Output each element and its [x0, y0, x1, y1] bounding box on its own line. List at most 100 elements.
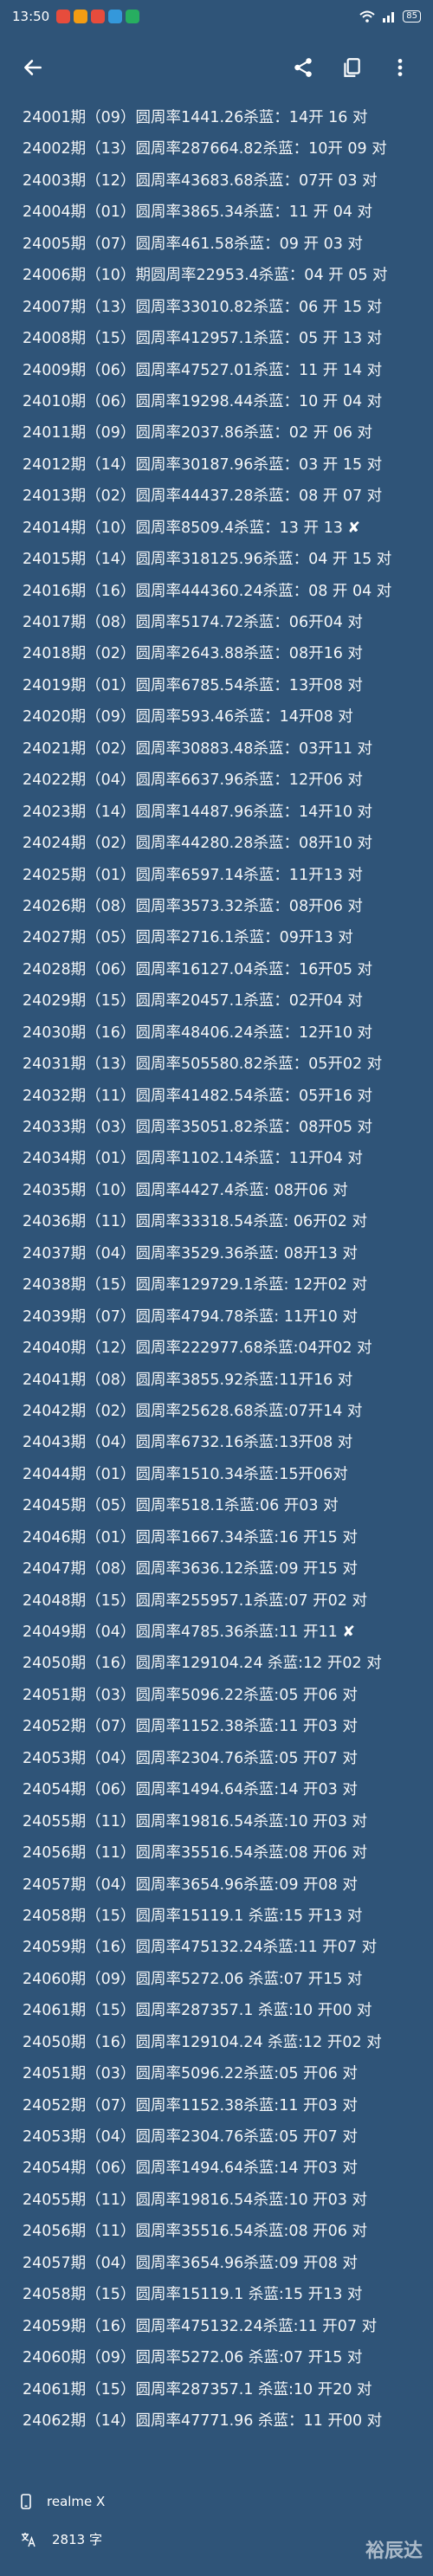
notification-icons	[56, 10, 140, 23]
text-line: 24050期（16）圆周率129104.24 杀蓝:12 开02 对	[23, 2027, 433, 2058]
line-text: 24058期（15）圆周率15119.1 杀蓝:15 开13 对	[23, 1907, 363, 1925]
text-line: 24014期（10）圆周率8509.4杀蓝：13 开 13 ✘	[23, 513, 433, 544]
text-line: 24060期（09）圆周率5272.06 杀蓝:07 开15 对	[23, 1964, 433, 1995]
line-text: 24057期（04）圆周率3654.96杀蓝:09 开08 对	[23, 1876, 358, 1894]
text-line: 24032期（11）圆周率41482.54杀蓝：05开16 对	[23, 1081, 433, 1112]
line-text: 24059期（16）圆周率475132.24杀蓝:11 开07 对	[23, 2317, 378, 2335]
text-line: 24041期（08）圆周率3855.92杀蓝:11开16 对	[23, 1365, 433, 1396]
line-text: 24053期（04）圆周率2304.76杀蓝:05 开07 对	[23, 2128, 358, 2146]
line-text: 24052期（07）圆周率1152.38杀蓝:11 开03 对	[23, 2096, 358, 2114]
line-text: 24037期（04）圆周率3529.36杀蓝: 08开13 对	[23, 1244, 358, 1262]
text-line: 24053期（04）圆周率2304.76杀蓝:05 开07 对	[23, 1743, 433, 1774]
app-notification-icon	[108, 10, 123, 23]
line-text: 24010期（06）圆周率19298.44杀蓝：10 开 04 对	[23, 392, 383, 410]
text-line: 24039期（07）圆周率4794.78杀蓝: 11开10 对	[23, 1301, 433, 1333]
note-content[interactable]: 24001期（09）圆周率1441.26杀蓝：14开 16 对 24002期（13…	[0, 102, 433, 2437]
phone-icon	[21, 2494, 31, 2509]
text-line: 24010期（06）圆周率19298.44杀蓝：10 开 04 对	[23, 386, 433, 417]
text-line: 24007期（13）圆周率33010.82杀蓝：06 开 15 对	[23, 292, 433, 323]
text-line: 24044期（01）圆周率1510.34杀蓝:15开06对	[23, 1459, 433, 1490]
share-icon	[294, 58, 312, 77]
text-line: 24031期（13）圆周率505580.82杀蓝：05开02 对	[23, 1049, 433, 1080]
text-line: 24016期（16）圆周率444360.24杀蓝：08 开 04 对	[23, 576, 433, 607]
line-text: 24019期（01）圆周率6785.54杀蓝：13开08 对	[23, 676, 363, 694]
line-text: 24059期（16）圆周率475132.24杀蓝:11 开07 对	[23, 1939, 378, 1957]
text-line: 24057期（04）圆周率3654.96杀蓝:09 开08 对	[23, 1869, 433, 1901]
back-button[interactable]	[16, 50, 50, 85]
text-line: 24058期（15）圆周率15119.1 杀蓝:15 开13 对	[23, 1901, 433, 1932]
app-notification-icon	[74, 10, 88, 23]
text-line: 24052期（07）圆周率1152.38杀蓝:11 开03 对	[23, 1711, 433, 1742]
status-right: 85	[359, 10, 421, 23]
text-line: 24018期（02）圆周率2643.88杀蓝：08开16 对	[23, 638, 433, 669]
line-text: 24062期（14）圆周率47771.96 杀蓝：11 开00 对	[23, 2411, 383, 2430]
line-text: 24032期（11）圆周率41482.54杀蓝：05开16 对	[23, 1087, 373, 1105]
line-text: 24003期（12）圆周率43683.68杀蓝：07开 03 对	[23, 171, 378, 190]
app-notification-icon	[56, 10, 71, 23]
copy-button[interactable]	[334, 50, 369, 85]
line-text: 24052期（07）圆周率1152.38杀蓝:11 开03 对	[23, 1718, 358, 1736]
line-text: 24058期（15）圆周率15119.1 杀蓝:15 开13 对	[23, 2286, 363, 2304]
line-text: 24030期（16）圆周率48406.24杀蓝：12开10 对	[23, 1023, 373, 1042]
text-line: 24046期（01）圆周率1667.34杀蓝:16 开15 对	[23, 1522, 433, 1553]
text-line: 24017期（08）圆周率5174.72杀蓝：06开04 对	[23, 607, 433, 638]
line-text: 24012期（14）圆周率30187.96杀蓝：03 开 15 对	[23, 455, 383, 474]
text-line: 24030期（16）圆周率48406.24杀蓝：12开10 对	[23, 1017, 433, 1049]
line-text: 24050期（16）圆周率129104.24 杀蓝:12 开02 对	[23, 2033, 382, 2051]
text-line: 24042期（02）圆周率25628.68杀蓝:07开14 对	[23, 1396, 433, 1427]
text-line: 24062期（14）圆周率47771.96 杀蓝：11 开00 对	[23, 2405, 433, 2437]
text-line: 24037期（04）圆周率3529.36杀蓝: 08开13 对	[23, 1238, 433, 1269]
text-line: 24001期（09）圆周率1441.26杀蓝：14开 16 对	[23, 102, 433, 133]
line-text: 24009期（06）圆周率47527.01杀蓝：11 开 14 对	[23, 361, 383, 379]
text-line: 24057期（04）圆周率3654.96杀蓝:09 开08 对	[23, 2248, 433, 2279]
line-text: 24004期（01）圆周率3865.34杀蓝：11 开 04 对	[23, 203, 373, 222]
toolbar	[0, 33, 433, 102]
text-line: 24056期（11）圆周率35516.54杀蓝:08 开06 对	[23, 1837, 433, 1869]
text-line: 24019期（01）圆周率6785.54杀蓝：13开08 对	[23, 670, 433, 701]
line-text: 24034期（01）圆周率1102.14杀蓝：11开04 对	[23, 1150, 363, 1168]
line-text: 24049期（04）圆周率4785.36杀蓝:11 开11	[23, 1624, 338, 1641]
text-line: 24059期（16）圆周率475132.24杀蓝:11 开07 对	[23, 1932, 433, 1963]
cross-mark-icon: ✘	[342, 1624, 356, 1641]
line-text: 24033期（03）圆周率35051.82杀蓝：08开05 对	[23, 1119, 373, 1136]
text-line: 24051期（03）圆周率5096.22杀蓝:05 开06 对	[23, 2058, 433, 2089]
text-line: 24029期（15）圆周率20457.1杀蓝：02开04 对	[23, 985, 433, 1017]
line-text: 24025期（01）圆周率6597.14杀蓝：11开13 对	[23, 866, 363, 884]
line-text: 24001期（09）圆周率1441.26杀蓝：14开 16 对	[23, 109, 368, 126]
text-line: 24013期（02）圆周率44437.28杀蓝：08 开 07 对	[23, 481, 433, 512]
line-text: 24008期（15）圆周率412957.1杀蓝：05 开 13 对	[23, 330, 383, 348]
line-text: 24018期（02）圆周率2643.88杀蓝：08开16 对	[23, 645, 363, 663]
line-text: 24014期（10）圆周率8509.4杀蓝：13 开 13	[23, 519, 343, 537]
translate-icon	[22, 2532, 36, 2547]
share-button[interactable]	[286, 50, 320, 85]
line-text: 24047期（08）圆周率3636.12杀蓝:09 开15 对	[23, 1560, 358, 1579]
text-line: 24060期（09）圆周率5272.06 杀蓝:07 开15 对	[23, 2342, 433, 2373]
line-text: 24051期（03）圆周率5096.22杀蓝:05 开06 对	[23, 1686, 358, 1704]
line-text: 24045期（05）圆周率518.1杀蓝:06 开03 对	[23, 1497, 339, 1515]
more-options-button[interactable]	[383, 50, 417, 85]
line-text: 24036期（11）圆周率33318.54杀蓝: 06开02 对	[23, 1213, 367, 1231]
text-line: 24056期（11）圆周率35516.54杀蓝:08 开06 对	[23, 2216, 433, 2247]
more-vert-icon	[397, 59, 403, 76]
text-line: 24058期（15）圆周率15119.1 杀蓝:15 开13 对	[23, 2279, 433, 2310]
line-text: 24021期（02）圆周率30883.48杀蓝：03开11 对	[23, 739, 373, 758]
line-text: 24011期（09）圆周率2037.86杀蓝：02 开 06 对	[23, 424, 373, 442]
line-text: 24056期（11）圆周率35516.54杀蓝:08 开06 对	[23, 1844, 367, 1863]
text-line: 24061期（15）圆周率287357.1 杀蓝:10 开20 对	[23, 2374, 433, 2405]
text-line: 24011期（09）圆周率2037.86杀蓝：02 开 06 对	[23, 417, 433, 449]
text-line: 24055期（11）圆周率19816.54杀蓝:10 开03 对	[23, 2185, 433, 2216]
word-count: 2813 字	[52, 2532, 102, 2547]
text-line: 24020期（09）圆周率593.46杀蓝：14开08 对	[23, 701, 433, 733]
status-bar: 13:50 85	[0, 0, 433, 33]
word-count-info: 2813 字	[21, 2530, 102, 2548]
line-text: 24055期（11）圆周率19816.54杀蓝:10 开03 对	[23, 2191, 367, 2209]
text-line: 24054期（06）圆周率1494.64杀蓝:14 开03 对	[23, 1774, 433, 1805]
text-line: 24006期（10）期圆周率22953.4杀蓝：04 开 05 对	[23, 260, 433, 291]
line-text: 24031期（13）圆周率505580.82杀蓝：05开02 对	[23, 1056, 383, 1074]
text-line: 24052期（07）圆周率1152.38杀蓝:11 开03 对	[23, 2090, 433, 2121]
line-text: 24024期（02）圆周率44280.28杀蓝：08开10 对	[23, 835, 373, 853]
line-text: 24017期（08）圆周率5174.72杀蓝：06开04 对	[23, 614, 363, 631]
text-line: 24061期（15）圆周率287357.1 杀蓝:10 开00 对	[23, 1995, 433, 2026]
text-line: 24021期（02）圆周率30883.48杀蓝：03开11 对	[23, 733, 433, 765]
text-line: 24025期（01）圆周率6597.14杀蓝：11开13 对	[23, 860, 433, 891]
